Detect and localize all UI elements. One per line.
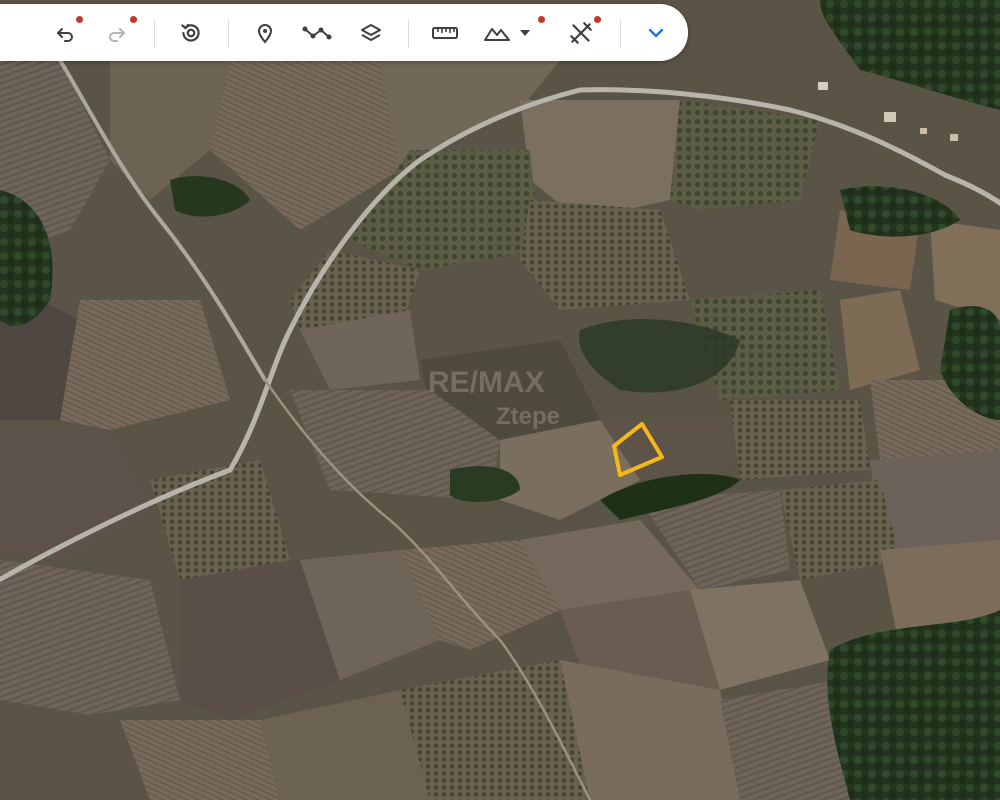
elevation-dropdown[interactable] — [516, 14, 534, 52]
redo-badge — [130, 16, 137, 23]
watermark-line1: RE/MAX — [428, 366, 545, 399]
history-button[interactable] — [172, 14, 210, 52]
chevron-down-icon — [648, 28, 664, 38]
divider — [154, 20, 155, 48]
location-pin-icon — [257, 24, 273, 44]
elevation-badge — [538, 16, 545, 23]
undo-icon — [57, 28, 73, 42]
layers-button[interactable] — [352, 14, 390, 52]
undo-badge — [76, 16, 83, 23]
expand-button[interactable] — [637, 14, 675, 52]
satellite-map[interactable]: RE/MAX Ztepe — [0, 0, 1000, 800]
add-path-button[interactable] — [298, 14, 336, 52]
elevation-button[interactable] — [478, 14, 516, 52]
map-toolbar — [0, 4, 688, 61]
caret-down-icon — [520, 30, 530, 36]
tools-badge — [594, 16, 601, 23]
measure-button[interactable] — [426, 14, 464, 52]
path-icon — [302, 26, 332, 40]
divider — [228, 20, 229, 48]
history-icon — [181, 23, 200, 42]
add-placemark-button[interactable] — [246, 14, 284, 52]
ruler-icon — [432, 27, 458, 39]
divider — [620, 20, 621, 48]
layers-icon — [361, 24, 381, 41]
terrain-icon — [484, 28, 510, 41]
watermark-line2: Ztepe — [496, 403, 560, 430]
tools-icon — [570, 22, 592, 44]
redo-icon — [109, 28, 125, 42]
divider — [408, 20, 409, 48]
